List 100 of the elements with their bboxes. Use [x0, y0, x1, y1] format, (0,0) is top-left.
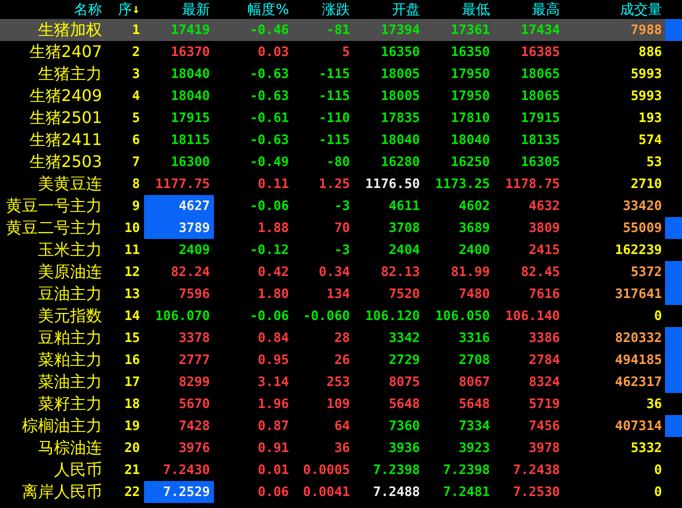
table-cell: 53	[646, 154, 662, 170]
table-cell: 162239	[615, 242, 662, 258]
instrument-name: 生猪主力	[38, 64, 102, 84]
table-cell: 3809	[528, 220, 560, 236]
table-cell: 0.06	[258, 484, 289, 500]
table-row[interactable]: 棕榈油主力 19 7428 0.87 64 7360 7334 7456 407314	[0, 415, 682, 437]
table-cell: -115	[318, 132, 350, 148]
table-cell: 3689	[458, 220, 490, 236]
table-cell: 0	[654, 484, 662, 500]
instrument-name: 生猪2501	[29, 108, 102, 128]
table-cell: 16370	[170, 44, 210, 60]
table-cell: -3	[334, 242, 350, 258]
table-row[interactable]: 生猪2409 4 18040 -0.63 -115 18005 17950 18065 5993	[0, 85, 682, 107]
row-number: 6	[132, 132, 140, 148]
table-row[interactable]: 玉米主力 11 2409 -0.12 -3 2404 2400 2415 162239	[0, 239, 682, 261]
row-number: 2	[132, 44, 140, 60]
table-cell: -0.61	[250, 110, 289, 126]
table-cell: 17361	[450, 22, 490, 38]
column-header[interactable]: 成交量	[620, 0, 662, 18]
table-row[interactable]: 豆油主力 13 7596 1.80 134 7520 7480 7616 317641	[0, 283, 682, 305]
table-row[interactable]: 生猪2411 6 18115 -0.63 -115 18040 18040 18135 574	[0, 129, 682, 151]
table-cell: 5648	[388, 396, 420, 412]
table-row[interactable]: 菜粕主力 16 2777 0.95 26 2729 2708 2784 494185	[0, 349, 682, 371]
row-number: 12	[124, 264, 140, 280]
table-cell: 106.120	[365, 308, 420, 324]
table-cell: 0.11	[258, 176, 289, 192]
table-cell: 8299	[178, 374, 210, 390]
table-row[interactable]: 生猪2503 7 16300 -0.49 -80 16280 16250 16305 53	[0, 151, 682, 173]
table-cell: 7480	[458, 286, 490, 302]
table-cell: 886	[638, 44, 662, 60]
table-row[interactable]: 生猪主力 3 18040 -0.63 -115 18005 17950 18065 5993	[0, 63, 682, 85]
row-number: 5	[132, 110, 140, 126]
row-number: 7	[132, 154, 140, 170]
table-row[interactable]: 生猪2407 2 16370 0.03 5 16350 16350 16385 886	[0, 41, 682, 63]
table-cell: 70	[334, 220, 350, 236]
table-row[interactable]: 人民币 21 7.2430 0.01 0.0005 7.2398 7.2398 7.2438 0	[0, 459, 682, 481]
table-row[interactable]: 生猪加权 1 17419 -0.46 -81 17394 17361 17434 7988	[0, 19, 682, 41]
table-cell: 317641	[615, 286, 662, 302]
instrument-name: 菜油主力	[38, 372, 102, 392]
table-cell: 3378	[178, 330, 210, 346]
column-header[interactable]: 涨跌	[322, 0, 350, 18]
table-row[interactable]: 黄豆二号主力 10 3789 1.88 70 3708 3689 3809 55009	[0, 217, 682, 239]
column-header[interactable]: 最低	[462, 0, 490, 18]
table-cell: 3342	[388, 330, 420, 346]
table-cell: 2784	[528, 352, 560, 368]
table-row[interactable]: 美原油连 12 82.24 0.42 0.34 82.13 81.99 82.45 5372	[0, 261, 682, 283]
row-number: 9	[132, 198, 140, 214]
table-cell: 16250	[450, 154, 490, 170]
table-cell: 7334	[458, 418, 490, 434]
column-header[interactable]: 最新	[182, 0, 210, 18]
table-cell: 36	[334, 440, 350, 456]
table-cell: 0.0041	[303, 484, 350, 500]
table-row[interactable]: 黄豆一号主力 9 4627 -0.06 -3 4611 4602 4632 33420	[0, 195, 682, 217]
table-cell: 55009	[622, 220, 662, 236]
instrument-name: 生猪2411	[29, 130, 102, 150]
table-cell: 17915	[170, 110, 210, 126]
table-cell: 106.070	[155, 308, 210, 324]
table-cell: 17950	[450, 88, 490, 104]
table-cell: -0.63	[250, 132, 289, 148]
table-cell: 16305	[520, 154, 560, 170]
instrument-name: 棕榈油主力	[22, 416, 102, 436]
table-cell: 5670	[178, 396, 210, 412]
table-cell: 5993	[630, 88, 662, 104]
table-cell: 81.99	[450, 264, 490, 280]
table-cell: -0.63	[250, 66, 289, 82]
table-cell: 8324	[528, 374, 560, 390]
table-cell: 109	[326, 396, 350, 412]
column-header[interactable]: 名称	[74, 0, 102, 18]
table-cell: 7.2398	[443, 462, 490, 478]
table-row[interactable]: 美黄豆连 8 1177.75 0.11 1.25 1176.50 1173.25 1178.75 2710	[0, 173, 682, 195]
table-row[interactable]: 豆粕主力 15 3378 0.84 28 3342 3316 3386 820332	[0, 327, 682, 349]
row-number: 3	[132, 66, 140, 82]
table-cell: -3	[334, 198, 350, 214]
table-cell: 1173.25	[435, 176, 490, 192]
table-row[interactable]: 生猪2501 5 17915 -0.61 -110 17835 17810 17915 193	[0, 107, 682, 129]
table-cell: 462317	[615, 374, 662, 390]
table-cell: 18115	[170, 132, 210, 148]
table-cell: 0	[654, 308, 662, 324]
column-header[interactable]: 幅度%	[248, 0, 289, 18]
table-cell: 4611	[388, 198, 420, 214]
table-row[interactable]: 菜籽主力 18 5670 1.96 109 5648 5648 5719 36	[0, 393, 682, 415]
table-cell: -115	[318, 88, 350, 104]
table-cell: 3708	[388, 220, 420, 236]
row-number: 11	[124, 242, 140, 258]
table-row[interactable]: 美元指数 14 106.070 -0.06 -0.060 106.120 106.050 106.140 0	[0, 305, 682, 327]
column-header[interactable]: 开盘	[392, 0, 420, 18]
table-cell: 7.2481	[443, 484, 490, 500]
table-cell: 16300	[170, 154, 210, 170]
table-cell: 16350	[450, 44, 490, 60]
column-header[interactable]: 最高	[532, 0, 560, 18]
instrument-name: 黄豆一号主力	[6, 196, 102, 216]
table-cell: 82.24	[170, 264, 210, 280]
table-row[interactable]: 离岸人民币 22 7.2529 0.06 0.0041 7.2488 7.2481 7.2530 0	[0, 481, 682, 503]
row-number: 17	[124, 374, 140, 390]
column-header[interactable]: 序	[118, 0, 132, 18]
table-row[interactable]: 菜油主力 17 8299 3.14 253 8075 8067 8324 462317	[0, 371, 682, 393]
table-cell: 17394	[380, 22, 420, 38]
table-cell: 1.88	[258, 220, 289, 236]
table-row[interactable]: 马棕油连 20 3976 0.91 36 3936 3923 3978 5332	[0, 437, 682, 459]
table-cell: 574	[638, 132, 662, 148]
